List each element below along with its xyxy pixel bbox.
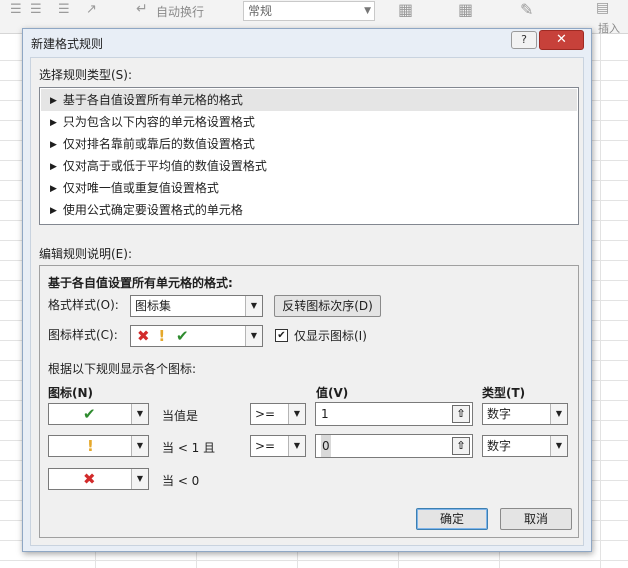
chevron-down-icon: ▼ xyxy=(131,404,148,424)
edit-rule-panel: 基于各自值设置所有单元格的格式: 格式样式(O): 图标集 ▼ 反转图标次序(D… xyxy=(39,265,579,538)
green-check-icon: ✔ xyxy=(175,327,189,345)
dialog-title: 新建格式规则 xyxy=(31,37,104,51)
value-text-2: 0 xyxy=(321,435,331,457)
rule-type-item-label: 仅对唯一值或重复值设置格式 xyxy=(62,181,219,195)
close-button[interactable]: ✕ xyxy=(539,30,584,50)
chevron-down-icon: ▼ xyxy=(245,326,262,346)
range-select-icon[interactable]: ⇧ xyxy=(452,405,470,423)
rule-type-item-label: 使用公式确定要设置格式的单元格 xyxy=(62,203,243,217)
yellow-exclamation-icon: ! xyxy=(87,437,94,455)
grid-line xyxy=(0,560,628,561)
align-icon: ☰ xyxy=(10,2,22,17)
chevron-down-icon: ▼ xyxy=(131,436,148,456)
rule-type-item[interactable]: ▶ 使用公式确定要设置格式的单元格 xyxy=(41,199,577,221)
icon-style-select[interactable]: ✖ ! ✔ ▼ xyxy=(130,325,263,347)
green-check-icon: ✔ xyxy=(83,405,96,423)
rule-type-item-label: 仅对排名靠前或靠后的数值设置格式 xyxy=(62,137,255,151)
format-style-label: 格式样式(O): xyxy=(48,298,119,312)
format-style-select[interactable]: 图标集 ▼ xyxy=(130,295,263,317)
icon-column-header: 图标(N) xyxy=(48,386,94,400)
show-icon-only-label[interactable]: 仅显示图标(I) xyxy=(294,327,367,344)
wrap-text-button[interactable]: 自动换行 xyxy=(156,3,204,20)
format-table-icon[interactable]: ▦ xyxy=(458,0,473,19)
range-select-icon[interactable]: ⇧ xyxy=(452,437,470,455)
rule-type-item[interactable]: ▶ 仅对唯一值或重复值设置格式 xyxy=(41,177,577,199)
conditional-format-icon[interactable]: ▦ xyxy=(398,0,413,19)
rule-type-list[interactable]: ▶ 基于各自值设置所有单元格的格式 ▶ 只为包含以下内容的单元格设置格式 ▶ 仅对排名… xyxy=(39,87,579,225)
condition-text-2: 当 < 1 且 xyxy=(162,441,216,455)
dialog-titlebar[interactable]: 新建格式规则 ? ✕ xyxy=(23,29,591,57)
chevron-down-icon: ▼ xyxy=(288,404,305,424)
show-icon-only-checkbox[interactable]: ✔ xyxy=(275,329,288,342)
value-text-1: 1 xyxy=(321,407,329,421)
wrap-text-icon: ↵ xyxy=(136,1,148,17)
ok-button[interactable]: 确定 xyxy=(416,508,488,530)
rule-type-item-label: 只为包含以下内容的单元格设置格式 xyxy=(62,115,255,129)
rule-intro-text: 根据以下规则显示各个图标: xyxy=(48,362,197,376)
align-center-icon: ☰ xyxy=(30,2,42,17)
red-cross-icon: ✖ xyxy=(83,470,96,488)
chevron-down-icon: ▼ xyxy=(550,404,567,424)
triangle-right-icon: ▶ xyxy=(50,118,57,128)
cell-styles-icon[interactable]: ✎ xyxy=(520,0,533,19)
operator-select-1[interactable]: >= ▼ xyxy=(250,403,306,425)
icon-style-label: 图标样式(C): xyxy=(48,328,118,342)
number-format-value: 常规 xyxy=(248,4,273,18)
triangle-right-icon: ▶ xyxy=(50,140,57,150)
type-select-2[interactable]: 数字 ▼ xyxy=(482,435,568,457)
rule-type-item[interactable]: ▶ 仅对排名靠前或靠后的数值设置格式 xyxy=(41,133,577,155)
type-value-1: 数字 xyxy=(487,407,512,421)
align-right-icon: ☰ xyxy=(58,2,70,17)
edit-heading: 基于各自值设置所有单元格的格式: xyxy=(48,276,233,290)
operator-value-2: >= xyxy=(255,439,276,453)
grid-line xyxy=(600,34,601,568)
type-value-2: 数字 xyxy=(487,439,512,453)
insert-label: 插入 xyxy=(598,22,620,35)
rule-type-item[interactable]: ▶ 基于各自值设置所有单元格的格式 xyxy=(41,89,577,111)
chevron-down-icon: ▼ xyxy=(550,436,567,456)
icon-set-preview: ✖ ! ✔ xyxy=(137,326,189,346)
operator-value-1: >= xyxy=(255,407,276,421)
rule-type-label: 选择规则类型(S): xyxy=(39,68,133,82)
rule-type-item[interactable]: ▶ 只为包含以下内容的单元格设置格式 xyxy=(41,111,577,133)
type-select-1[interactable]: 数字 ▼ xyxy=(482,403,568,425)
operator-select-2[interactable]: >= ▼ xyxy=(250,435,306,457)
chevron-down-icon: ▼ xyxy=(245,296,262,316)
orientation-icon[interactable]: ↗ xyxy=(86,2,97,17)
chevron-down-icon: ▼ xyxy=(364,6,371,16)
format-style-value: 图标集 xyxy=(135,299,172,313)
icon-select-2[interactable]: ! ▼ xyxy=(48,435,149,457)
triangle-right-icon: ▶ xyxy=(50,162,57,172)
chevron-down-icon: ▼ xyxy=(131,469,148,489)
dialog-client-area: 选择规则类型(S): ▶ 基于各自值设置所有单元格的格式 ▶ 只为包含以下内容的单元… xyxy=(30,57,584,546)
number-format-select[interactable]: 常规 ▼ xyxy=(243,1,375,21)
triangle-right-icon: ▶ xyxy=(50,206,57,216)
value-input-1[interactable]: 1 ⇧ xyxy=(315,402,473,426)
edit-rule-label: 编辑规则说明(E): xyxy=(39,247,132,261)
red-cross-icon: ✖ xyxy=(137,327,150,345)
value-column-header: 值(V) xyxy=(316,386,349,400)
triangle-right-icon: ▶ xyxy=(50,96,57,106)
rule-type-item-label: 基于各自值设置所有单元格的格式 xyxy=(62,93,243,107)
condition-text-1: 当值是 xyxy=(162,409,199,423)
icon-select-3[interactable]: ✖ ▼ xyxy=(48,468,149,490)
type-column-header: 类型(T) xyxy=(482,386,526,400)
yellow-exclamation-icon: ! xyxy=(158,327,166,345)
reverse-icon-order-button[interactable]: 反转图标次序(D) xyxy=(274,295,381,317)
rule-type-item[interactable]: ▶ 仅对高于或低于平均值的数值设置格式 xyxy=(41,155,577,177)
condition-text-3: 当 < 0 xyxy=(162,474,200,488)
new-formatting-rule-dialog: 新建格式规则 ? ✕ 选择规则类型(S): ▶ 基于各自值设置所有单元格的格式 ▶… xyxy=(22,28,592,552)
insert-icon[interactable]: ▤ xyxy=(596,0,609,16)
icon-select-1[interactable]: ✔ ▼ xyxy=(48,403,149,425)
rule-type-item-label: 仅对高于或低于平均值的数值设置格式 xyxy=(62,159,267,173)
value-input-2[interactable]: 0 ⇧ xyxy=(315,434,473,458)
help-button[interactable]: ? xyxy=(511,31,537,49)
cancel-button[interactable]: 取消 xyxy=(500,508,572,530)
chevron-down-icon: ▼ xyxy=(288,436,305,456)
triangle-right-icon: ▶ xyxy=(50,184,57,194)
